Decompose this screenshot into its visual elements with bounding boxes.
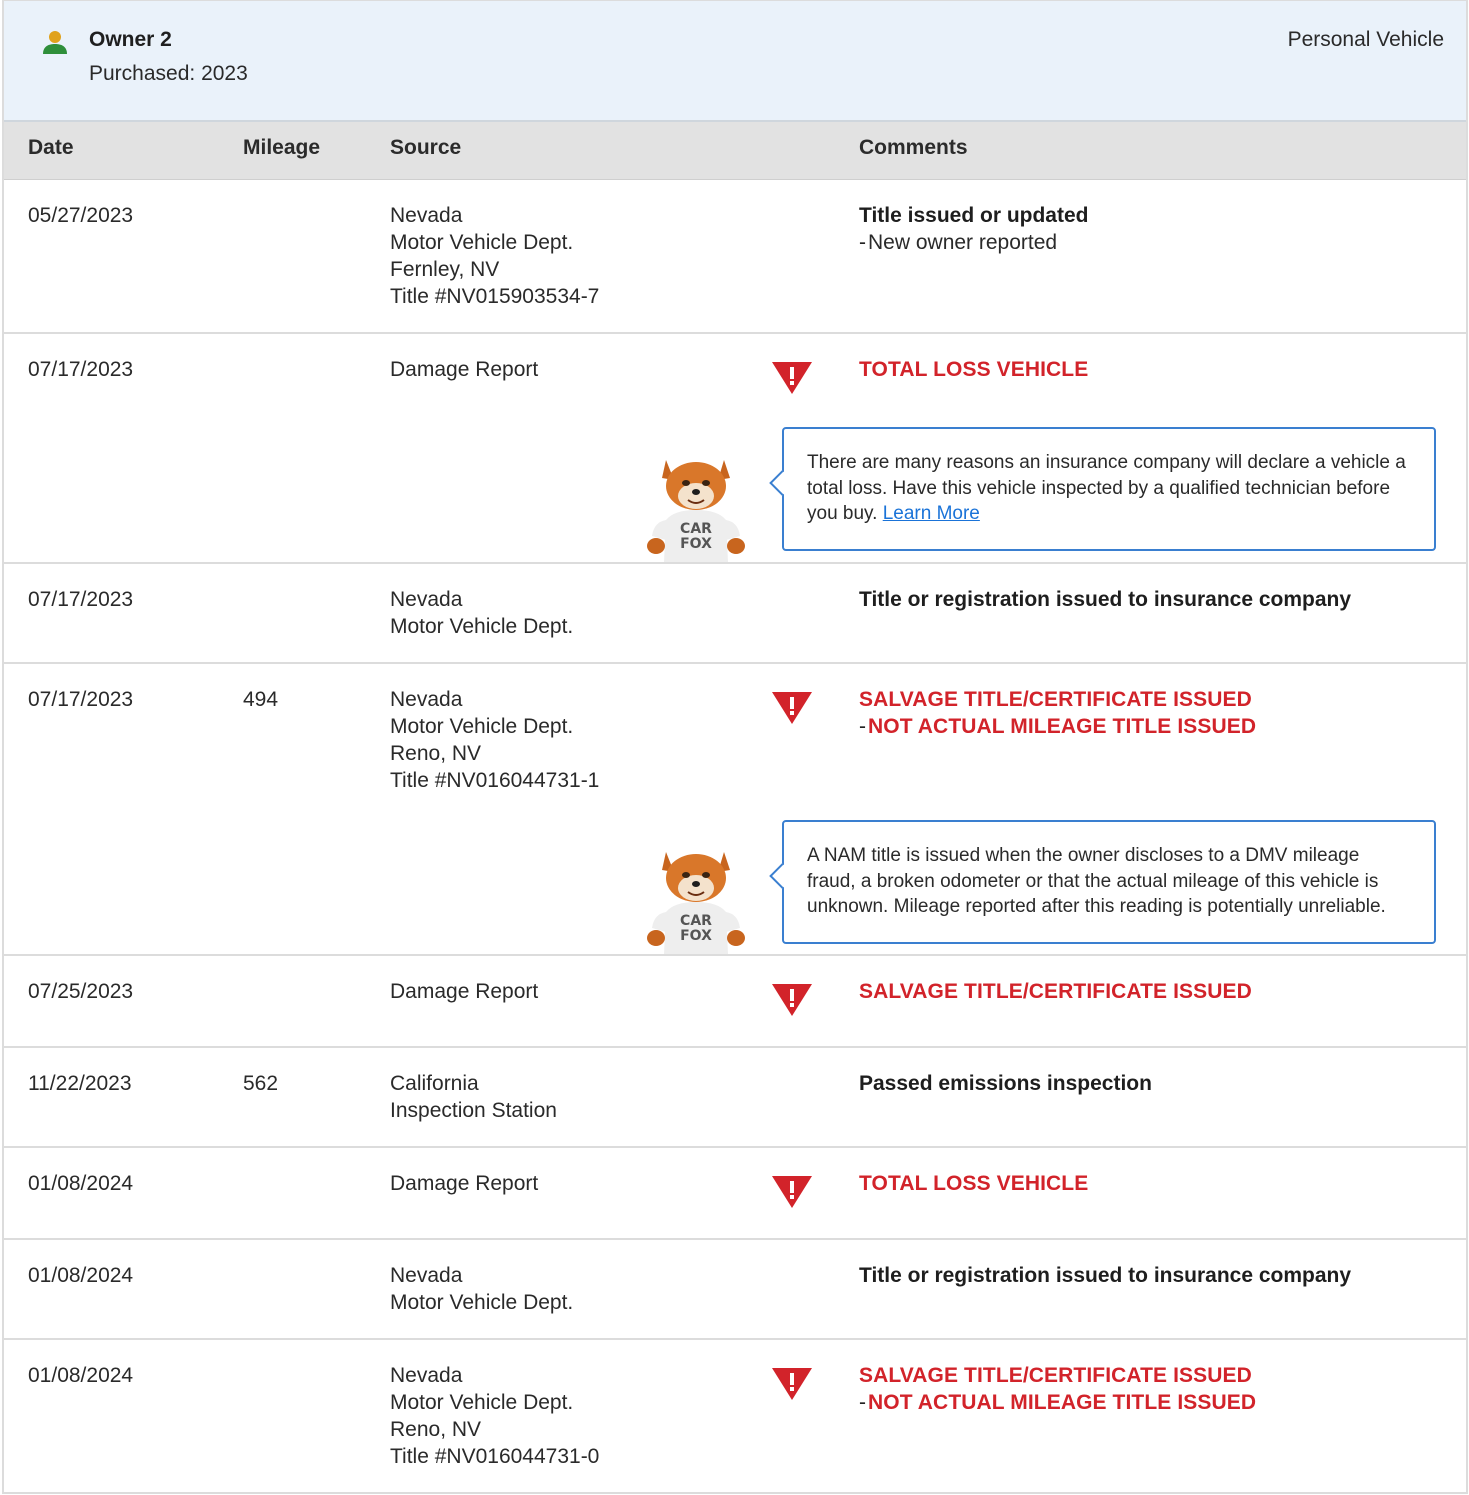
- source-line: Motor Vehicle Dept.: [390, 715, 574, 738]
- source-line: Nevada: [390, 1364, 463, 1387]
- column-header-source: Source: [390, 136, 462, 159]
- source-line: Fernley, NV: [390, 258, 500, 281]
- table-header: Date Mileage Source Comments: [4, 122, 1466, 180]
- source-line: Title #NV016044731-1: [390, 769, 600, 792]
- table-row: 07/17/2023 Nevada Motor Vehicle Dept. Ti…: [4, 564, 1466, 664]
- row-date: 01/08/2024: [28, 1172, 134, 1195]
- alert-warning-icon: [772, 984, 812, 1016]
- source-line: Nevada: [390, 1264, 463, 1287]
- source-line: Motor Vehicle Dept.: [390, 1291, 574, 1314]
- row-date: 07/17/2023: [28, 688, 134, 711]
- table-row: 01/08/2024 Nevada Motor Vehicle Dept. Re…: [4, 1340, 1466, 1493]
- learn-more-link[interactable]: Learn More: [883, 503, 980, 524]
- shirt-text: CAR: [680, 913, 712, 929]
- row-comments: Title issued or updated -New owner repor…: [859, 202, 1449, 256]
- source-line: Reno, NV: [390, 742, 482, 765]
- table-row: 07/25/2023 Damage Report SALVAGE TITLE/C…: [4, 956, 1466, 1048]
- table-row: 07/17/2023 Damage Report TOTAL LOSS VEHI…: [4, 334, 1466, 564]
- row-source: Nevada Motor Vehicle Dept. Fernley, NV T…: [390, 202, 599, 310]
- row-date: 01/08/2024: [28, 1264, 134, 1287]
- shirt-text: FOX: [680, 928, 712, 944]
- alert-text: SALVAGE TITLE/CERTIFICATE ISSUED: [859, 980, 1252, 1003]
- alert-text: SALVAGE TITLE/CERTIFICATE ISSUED: [859, 688, 1252, 711]
- source-line: Reno, NV: [390, 1418, 482, 1441]
- alert-detail-text: NOT ACTUAL MILEAGE TITLE ISSUED: [868, 715, 1257, 738]
- carfox-mascot-icon: CAR FOX: [647, 460, 745, 562]
- source-line: Nevada: [390, 204, 463, 227]
- source-line: Nevada: [390, 688, 463, 711]
- row-date: 05/27/2023: [28, 204, 134, 227]
- alert-warning-icon: [772, 1176, 812, 1208]
- person-icon: [43, 31, 67, 54]
- alert-warning-icon: [772, 362, 812, 394]
- table-row: 05/27/2023 Nevada Motor Vehicle Dept. Fe…: [4, 180, 1466, 334]
- alert-warning-icon: [772, 1368, 812, 1400]
- info-tooltip: A NAM title is issued when the owner dis…: [782, 820, 1436, 944]
- source-line: Damage Report: [390, 358, 539, 381]
- comment-title: Title or registration issued to insuranc…: [859, 588, 1352, 611]
- comment-title: Title issued or updated: [859, 204, 1089, 227]
- info-tooltip: There are many reasons an insurance comp…: [782, 427, 1436, 551]
- row-mileage: 562: [243, 1072, 279, 1095]
- row-date: 07/17/2023: [28, 358, 134, 381]
- comment-title: Passed emissions inspection: [859, 1072, 1152, 1095]
- row-source: California Inspection Station: [390, 1070, 557, 1124]
- row-source: Damage Report: [390, 356, 538, 383]
- owner-header: Owner 2 Purchased: 2023 Personal Vehicle: [4, 1, 1466, 122]
- owner-purchased-year: Purchased: 2023: [89, 62, 248, 85]
- source-line: Title #NV016044731-0: [390, 1445, 600, 1468]
- shirt-text: CAR: [680, 521, 712, 537]
- source-line: Title #NV015903534-7: [390, 285, 600, 308]
- source-line: California: [390, 1072, 479, 1095]
- comment-title: Title or registration issued to insuranc…: [859, 1264, 1352, 1287]
- source-line: Motor Vehicle Dept.: [390, 231, 574, 254]
- row-comments: SALVAGE TITLE/CERTIFICATE ISSUED -NOT AC…: [859, 1362, 1449, 1416]
- row-source: Damage Report: [390, 978, 538, 1005]
- alert-text: TOTAL LOSS VEHICLE: [859, 1172, 1089, 1195]
- table-row: 01/08/2024 Nevada Motor Vehicle Dept. Ti…: [4, 1240, 1466, 1340]
- carfox-mascot-icon: CAR FOX: [647, 852, 745, 954]
- row-date: 07/17/2023: [28, 588, 134, 611]
- column-header-mileage: Mileage: [243, 136, 321, 159]
- vehicle-history-card: Owner 2 Purchased: 2023 Personal Vehicle…: [2, 0, 1468, 1494]
- source-line: Motor Vehicle Dept.: [390, 615, 574, 638]
- source-line: Nevada: [390, 588, 463, 611]
- row-source: Nevada Motor Vehicle Dept.: [390, 586, 573, 640]
- tip-text: A NAM title is issued when the owner dis…: [807, 845, 1386, 917]
- owner-name: Owner 2: [89, 28, 172, 51]
- row-date: 07/25/2023: [28, 980, 134, 1003]
- source-line: Motor Vehicle Dept.: [390, 1391, 574, 1414]
- alert-warning-icon: [772, 692, 812, 724]
- source-line: Damage Report: [390, 1172, 539, 1195]
- row-source: Nevada Motor Vehicle Dept. Reno, NV Titl…: [390, 686, 599, 794]
- row-date: 11/22/2023: [28, 1072, 132, 1095]
- alert-detail: -NOT ACTUAL MILEAGE TITLE ISSUED: [859, 1391, 1257, 1414]
- row-comments: SALVAGE TITLE/CERTIFICATE ISSUED -NOT AC…: [859, 686, 1449, 740]
- comment-detail-text: New owner reported: [868, 231, 1058, 254]
- vehicle-use-type: Personal Vehicle: [1287, 28, 1444, 51]
- alert-detail-text: NOT ACTUAL MILEAGE TITLE ISSUED: [868, 1391, 1257, 1414]
- row-source: Nevada Motor Vehicle Dept.: [390, 1262, 573, 1316]
- column-header-date: Date: [28, 136, 74, 159]
- alert-text: SALVAGE TITLE/CERTIFICATE ISSUED: [859, 1364, 1252, 1387]
- row-source: Nevada Motor Vehicle Dept. Reno, NV Titl…: [390, 1362, 599, 1470]
- column-header-comments: Comments: [859, 136, 968, 159]
- alert-text: TOTAL LOSS VEHICLE: [859, 358, 1089, 381]
- table-row: 07/17/2023 494 Nevada Motor Vehicle Dept…: [4, 664, 1466, 956]
- table-row: 01/08/2024 Damage Report TOTAL LOSS VEHI…: [4, 1148, 1466, 1240]
- table-row: 11/22/2023 562 California Inspection Sta…: [4, 1048, 1466, 1148]
- row-source: Damage Report: [390, 1170, 538, 1197]
- source-line: Inspection Station: [390, 1099, 557, 1122]
- comment-detail: -New owner reported: [859, 231, 1058, 254]
- row-mileage: 494: [243, 688, 279, 711]
- alert-detail: -NOT ACTUAL MILEAGE TITLE ISSUED: [859, 715, 1257, 738]
- source-line: Damage Report: [390, 980, 539, 1003]
- shirt-text: FOX: [680, 536, 712, 552]
- row-date: 01/08/2024: [28, 1364, 134, 1387]
